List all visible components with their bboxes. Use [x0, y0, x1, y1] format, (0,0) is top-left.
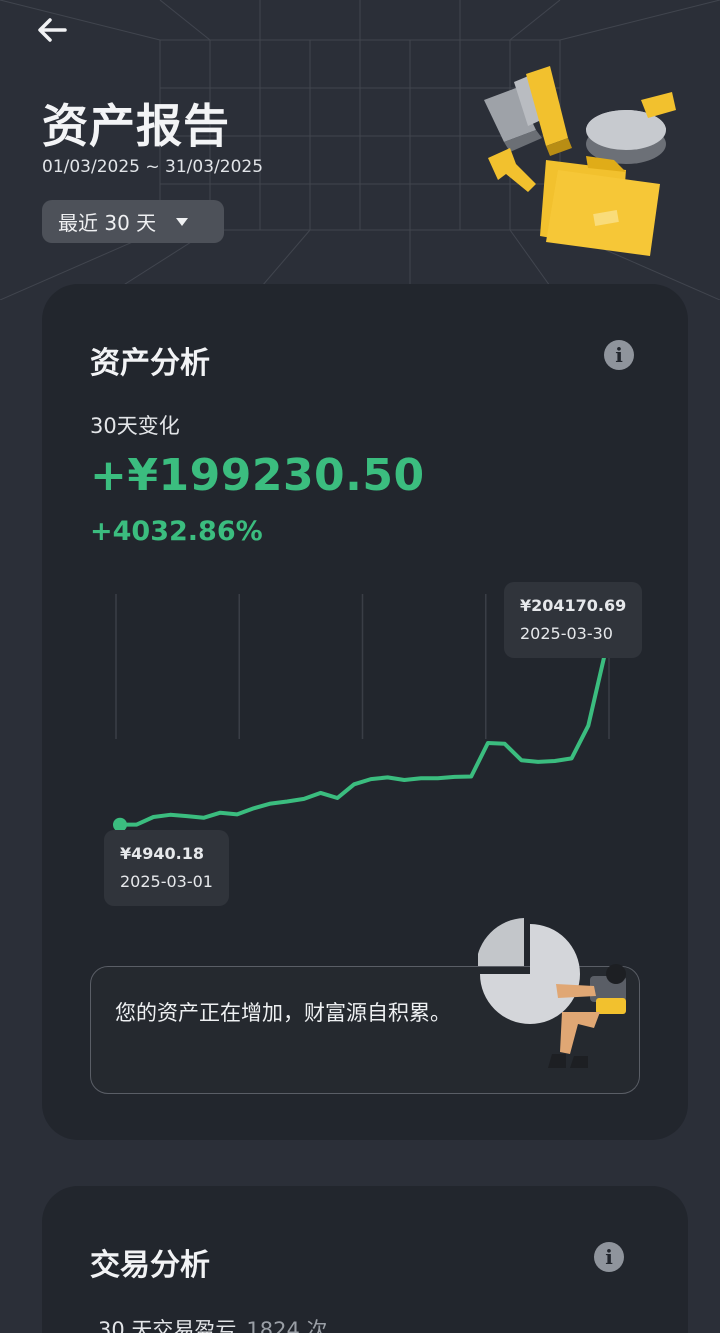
info-icon[interactable]: i: [604, 340, 634, 370]
end-point-value: ¥204170.69: [520, 596, 627, 615]
trade-subtitle: 30 天交易盈亏 1824 次: [98, 1314, 328, 1333]
start-point-value: ¥4940.18: [120, 844, 205, 863]
insight-message: 您的资产正在增加，财富源自积累。: [115, 1001, 451, 1025]
trade-analysis-card: 交易分析 i 30 天交易盈亏 1824 次: [42, 1186, 688, 1333]
asset-analysis-card: 资产分析 i 30天变化 +¥199230.50 +4032.86% ¥4940…: [42, 284, 688, 1140]
end-point-date: 2025-03-30: [520, 624, 613, 643]
period-selector[interactable]: 最近 30 天: [42, 200, 224, 243]
back-button[interactable]: [30, 12, 74, 48]
change-percent: +4032.86%: [90, 516, 263, 547]
start-point-tooltip: ¥4940.18 2025-03-01: [104, 830, 229, 906]
person-pie-chart-illustration: [478, 918, 626, 1068]
trade-card-title: 交易分析: [90, 1248, 210, 1283]
page-title: 资产报告: [42, 99, 230, 153]
trade-count: 1824 次: [246, 1318, 328, 1333]
trade-subtitle-label: 30 天交易盈亏: [98, 1318, 237, 1333]
caret-down-icon: [176, 217, 189, 226]
start-point-date: 2025-03-01: [120, 872, 213, 891]
change-value: +¥199230.50: [90, 450, 425, 501]
end-point-tooltip: ¥204170.69 2025-03-30: [504, 582, 643, 658]
asset-series-line: [118, 651, 607, 827]
analytics-illustration: [484, 66, 676, 256]
arrow-left-icon: [38, 18, 67, 42]
period-selector-label: 最近 30 天: [58, 211, 157, 235]
asset-card-title: 资产分析: [90, 346, 210, 381]
info-icon[interactable]: i: [594, 1242, 624, 1272]
date-range: 01/03/2025 ~ 31/03/2025: [42, 157, 264, 177]
change-label: 30天变化: [90, 414, 180, 438]
